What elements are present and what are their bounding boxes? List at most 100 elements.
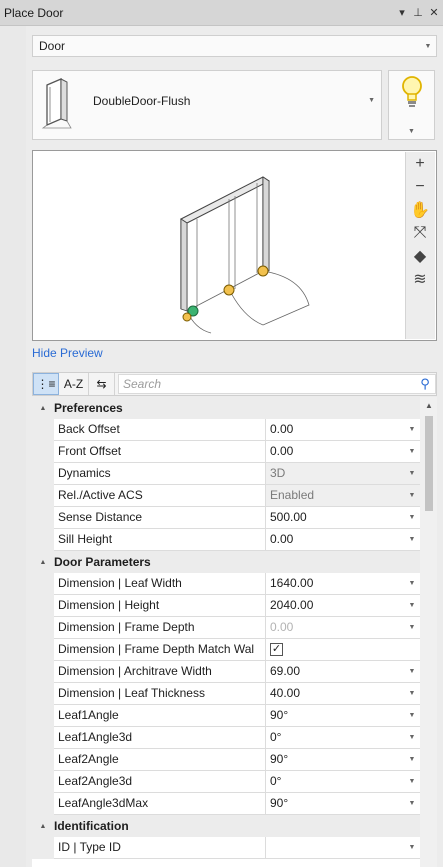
- scroll-up-icon[interactable]: ▲: [425, 401, 433, 410]
- chevron-down-icon[interactable]: ▼: [404, 617, 420, 638]
- property-value: 0.00: [270, 532, 294, 546]
- chevron-down-icon[interactable]: ▼: [404, 485, 420, 506]
- category-header[interactable]: ▲ Door Parameters: [32, 551, 420, 573]
- property-value-field[interactable]: 1640.00 ▼: [266, 573, 420, 595]
- property-row[interactable]: Dimension | Architrave Width 69.00 ▼: [32, 661, 420, 683]
- property-row[interactable]: LeafAngle3dMax 90° ▼: [32, 793, 420, 815]
- property-value-field[interactable]: 90° ▼: [266, 749, 420, 771]
- lightbulb-button[interactable]: ▼: [388, 70, 435, 140]
- property-value: 2040.00: [270, 598, 314, 612]
- property-name: Dimension | Height: [54, 595, 266, 617]
- row-gutter: [32, 793, 54, 815]
- chevron-down-icon[interactable]: ▼: [404, 463, 420, 484]
- property-toolbar: ⋮≡ A-Z ⇆ Search ⚲: [32, 372, 437, 396]
- chevron-down-icon[interactable]: ▼: [404, 749, 420, 770]
- hide-preview-link[interactable]: Hide Preview: [32, 346, 103, 360]
- view-3d-icon[interactable]: ◆: [406, 244, 434, 267]
- dock-menu-icon[interactable]: ▾: [395, 6, 409, 19]
- fit-view-icon[interactable]: ⤧: [406, 221, 434, 244]
- close-icon[interactable]: ✕: [427, 6, 441, 19]
- property-name: Leaf2Angle: [54, 749, 266, 771]
- property-value-field[interactable]: 0.00 ▼: [266, 617, 420, 639]
- property-value-field[interactable]: 0.00 ▼: [266, 441, 420, 463]
- property-row[interactable]: Dimension | Leaf Thickness 40.00 ▼: [32, 683, 420, 705]
- chevron-down-icon[interactable]: ▼: [404, 441, 420, 462]
- property-name: Dimension | Leaf Width: [54, 573, 266, 595]
- pan-hand-icon[interactable]: ✋: [406, 198, 434, 221]
- row-gutter: [32, 683, 54, 705]
- chevron-down-icon[interactable]: ▼: [404, 837, 420, 858]
- chevron-down-icon[interactable]: ▼: [404, 507, 420, 528]
- search-icon[interactable]: ⚲: [415, 376, 435, 392]
- chevron-down-icon[interactable]: ▼: [404, 683, 420, 704]
- property-row[interactable]: Leaf2Angle3d 0° ▼: [32, 771, 420, 793]
- chevron-down-icon[interactable]: ▼: [404, 727, 420, 748]
- property-value-field[interactable]: 0.00 ▼: [266, 419, 420, 441]
- collapse-icon[interactable]: ▲: [32, 823, 54, 830]
- chevron-down-icon[interactable]: ▼: [404, 771, 420, 792]
- element-type-dropdown[interactable]: Door ▼: [32, 35, 437, 57]
- chevron-down-icon[interactable]: ▼: [404, 793, 420, 814]
- categorized-view-button[interactable]: ⋮≡: [33, 373, 59, 395]
- tool-dropdown[interactable]: DoubleDoor-Flush ▼: [32, 70, 382, 140]
- property-row[interactable]: Dimension | Leaf Width 1640.00 ▼: [32, 573, 420, 595]
- property-value: 1640.00: [270, 576, 314, 590]
- checkbox[interactable]: ✓: [270, 643, 283, 656]
- property-row[interactable]: Sill Height 0.00 ▼: [32, 529, 420, 551]
- property-name: Dynamics: [54, 463, 266, 485]
- render-mode-icon[interactable]: ≋: [406, 267, 434, 290]
- property-value-field[interactable]: ✓: [266, 639, 420, 661]
- zoom-out-icon[interactable]: −: [406, 175, 434, 198]
- chevron-down-icon[interactable]: ▼: [404, 419, 420, 440]
- property-row[interactable]: Dimension | Frame Depth Match Wal ✓: [32, 639, 420, 661]
- vertical-scrollbar[interactable]: ▲: [420, 397, 437, 867]
- pin-icon[interactable]: ⊥: [411, 6, 425, 19]
- property-value-field[interactable]: 90° ▼: [266, 793, 420, 815]
- property-value: 40.00: [270, 686, 301, 700]
- property-row[interactable]: Sense Distance 500.00 ▼: [32, 507, 420, 529]
- property-value-field[interactable]: 90° ▼: [266, 705, 420, 727]
- category-label: Preferences: [54, 401, 123, 415]
- row-gutter: [32, 529, 54, 551]
- preview-pane[interactable]: + − ✋ ⤧ ◆ ≋: [32, 150, 437, 341]
- property-row[interactable]: Back Offset 0.00 ▼: [32, 419, 420, 441]
- property-value-field[interactable]: 0.00 ▼: [266, 529, 420, 551]
- property-row[interactable]: Dimension | Frame Depth 0.00 ▼: [32, 617, 420, 639]
- collapse-icon[interactable]: ▲: [32, 405, 54, 412]
- property-row[interactable]: Dynamics 3D ▼: [32, 463, 420, 485]
- property-value-field[interactable]: 40.00 ▼: [266, 683, 420, 705]
- category-header[interactable]: ▲ Preferences: [32, 397, 420, 419]
- search-input[interactable]: Search ⚲: [118, 374, 436, 394]
- chevron-down-icon[interactable]: ▼: [404, 661, 420, 682]
- property-row[interactable]: Dimension | Height 2040.00 ▼: [32, 595, 420, 617]
- property-value-field[interactable]: 0° ▼: [266, 771, 420, 793]
- alphabetical-view-button[interactable]: A-Z: [59, 373, 89, 395]
- property-name: Front Offset: [54, 441, 266, 463]
- property-value-field[interactable]: 0° ▼: [266, 727, 420, 749]
- category-header[interactable]: ▲ Identification: [32, 815, 420, 837]
- row-gutter: [32, 617, 54, 639]
- property-value-field[interactable]: 3D ▼: [266, 463, 420, 485]
- property-value-field[interactable]: ▼: [266, 837, 420, 859]
- zoom-in-icon[interactable]: +: [406, 152, 434, 175]
- chevron-down-icon: ▼: [368, 97, 375, 104]
- property-row[interactable]: ID | Type ID ▼: [32, 837, 420, 859]
- filter-toggle-button[interactable]: ⇆: [89, 373, 115, 395]
- chevron-down-icon[interactable]: ▼: [404, 529, 420, 550]
- property-row[interactable]: Rel./Active ACS Enabled ▼: [32, 485, 420, 507]
- property-row[interactable]: Leaf1Angle 90° ▼: [32, 705, 420, 727]
- property-value-field[interactable]: 69.00 ▼: [266, 661, 420, 683]
- scrollbar-thumb[interactable]: [425, 416, 433, 511]
- property-row[interactable]: Front Offset 0.00 ▼: [32, 441, 420, 463]
- property-value-field[interactable]: 500.00 ▼: [266, 507, 420, 529]
- chevron-down-icon[interactable]: ▼: [404, 705, 420, 726]
- property-row[interactable]: Leaf2Angle 90° ▼: [32, 749, 420, 771]
- collapse-icon[interactable]: ▲: [32, 559, 54, 566]
- property-value-field[interactable]: Enabled ▼: [266, 485, 420, 507]
- property-name: Dimension | Leaf Thickness: [54, 683, 266, 705]
- property-value-field[interactable]: 2040.00 ▼: [266, 595, 420, 617]
- chevron-down-icon[interactable]: ▼: [404, 573, 420, 594]
- property-row[interactable]: Leaf1Angle3d 0° ▼: [32, 727, 420, 749]
- property-grid[interactable]: ▲ Preferences Back Offset 0.00 ▼ Front Offset…: [32, 397, 437, 867]
- chevron-down-icon[interactable]: ▼: [404, 595, 420, 616]
